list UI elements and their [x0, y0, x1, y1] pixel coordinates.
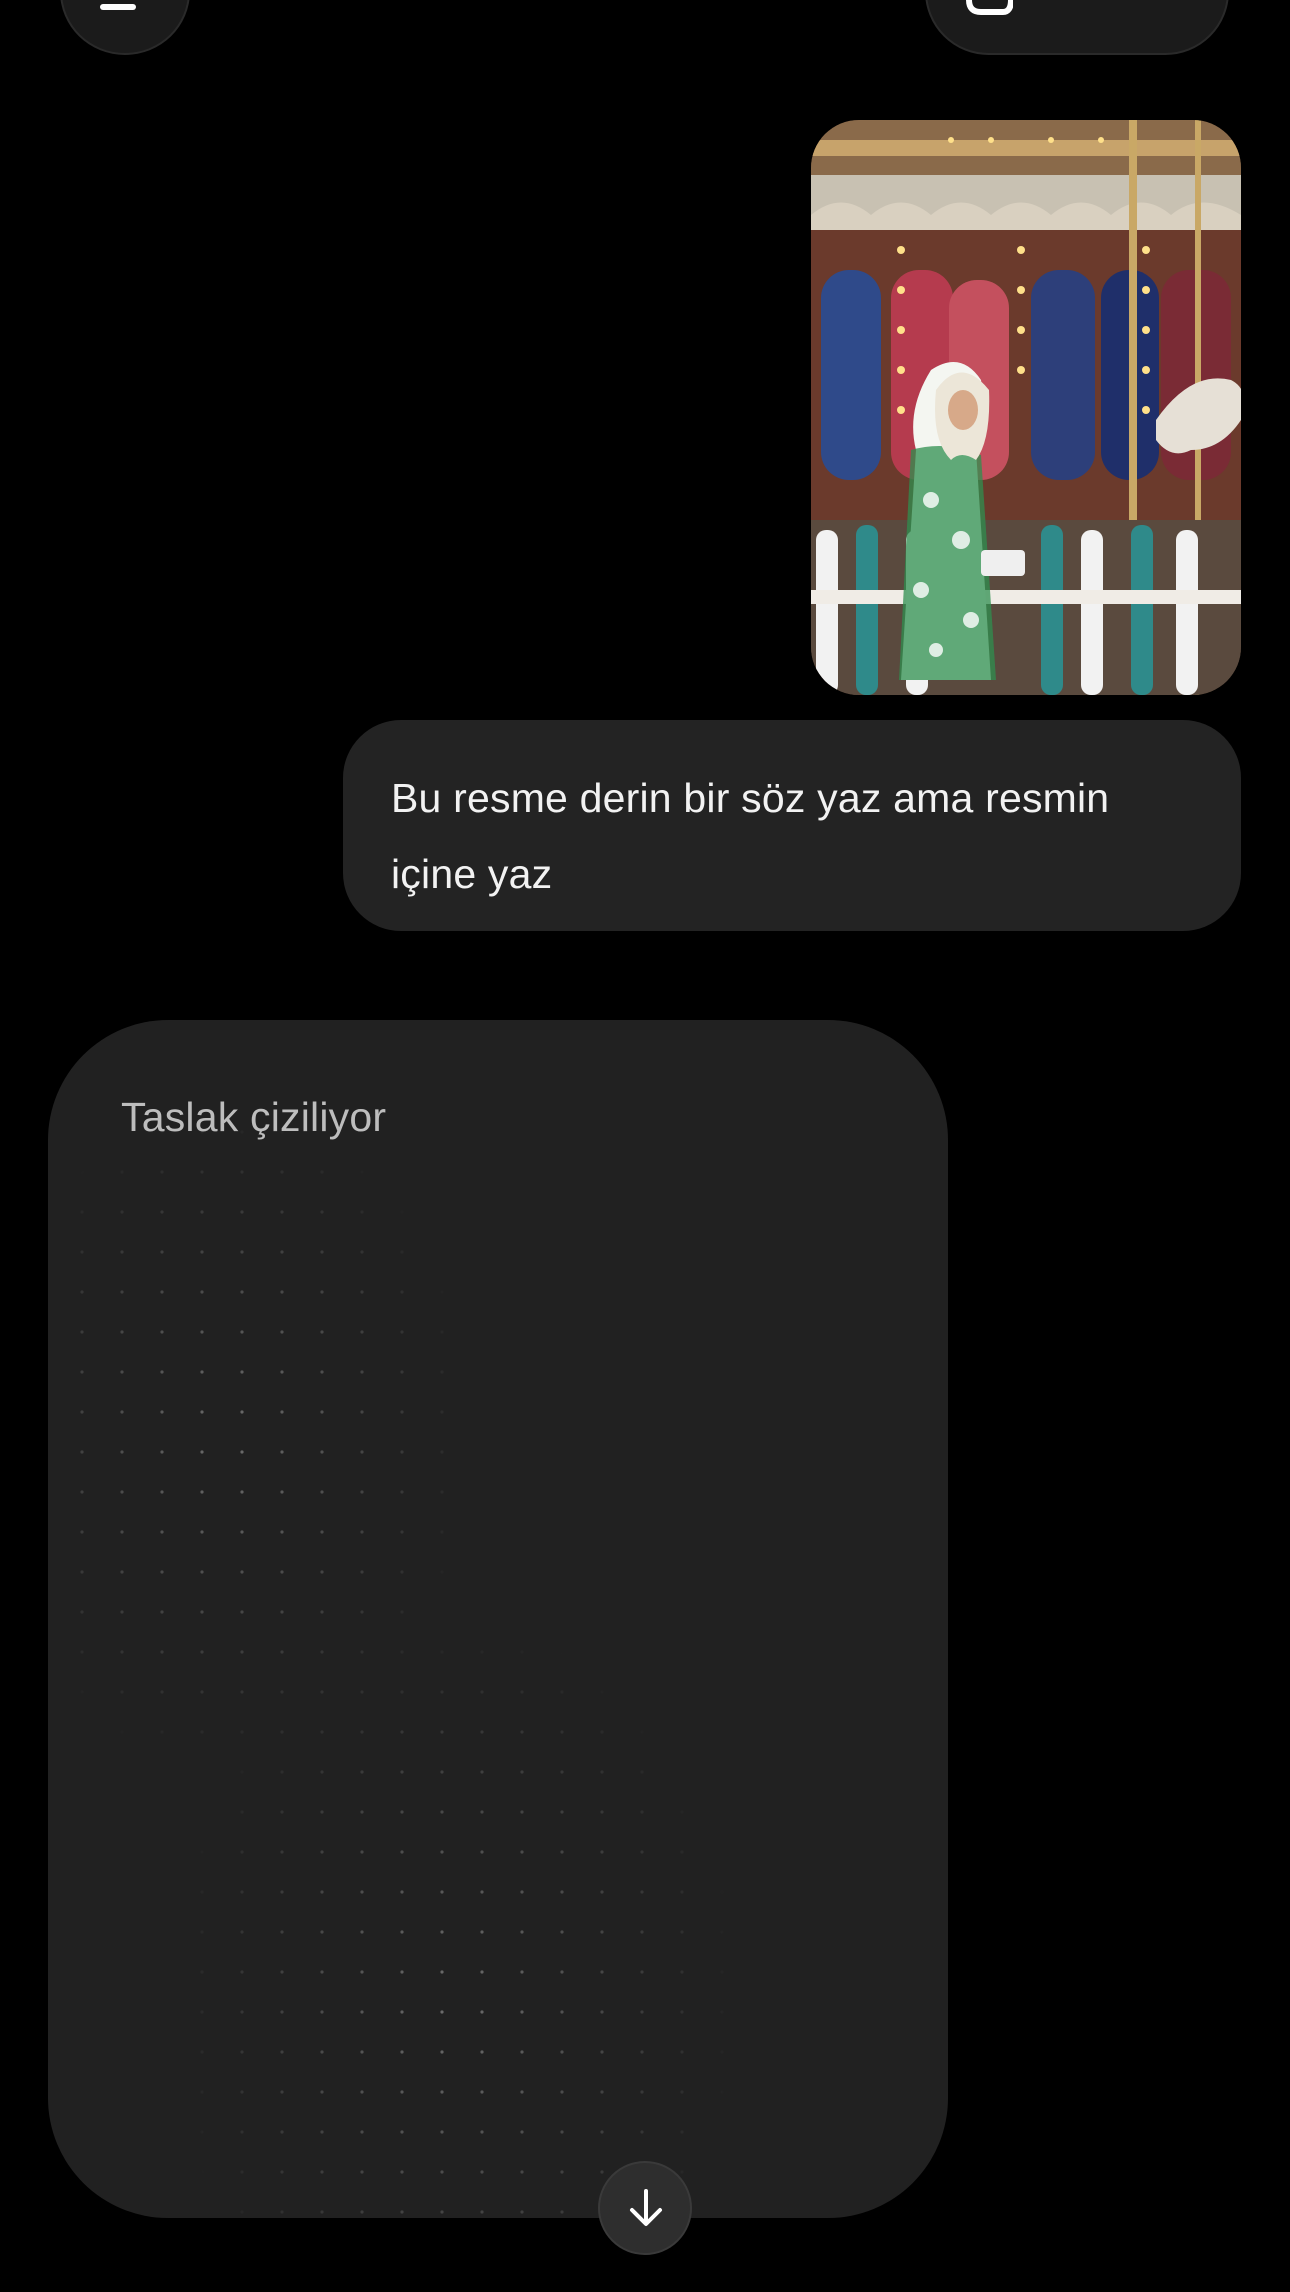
- draft-status-text: Taslak çiziliyor: [121, 1094, 387, 1140]
- new-chat-button[interactable]: [925, 0, 1229, 55]
- menu-button[interactable]: [60, 0, 190, 55]
- carousel-photo: [811, 120, 1241, 695]
- user-uploaded-photo[interactable]: [811, 120, 1241, 695]
- new-chat-icon: [966, 0, 1013, 15]
- user-message-text: Bu resme derin bir söz yaz ama resmin iç…: [391, 775, 1110, 897]
- image-generation-card: Taslak çiziliyor: [48, 1020, 948, 2218]
- arrow-down-icon: [630, 2189, 662, 2226]
- generation-dot-pattern: [48, 1020, 948, 2218]
- menu-icon: [100, 4, 136, 10]
- scroll-down-button[interactable]: [598, 2161, 692, 2255]
- user-message-bubble: Bu resme derin bir söz yaz ama resmin iç…: [343, 720, 1241, 931]
